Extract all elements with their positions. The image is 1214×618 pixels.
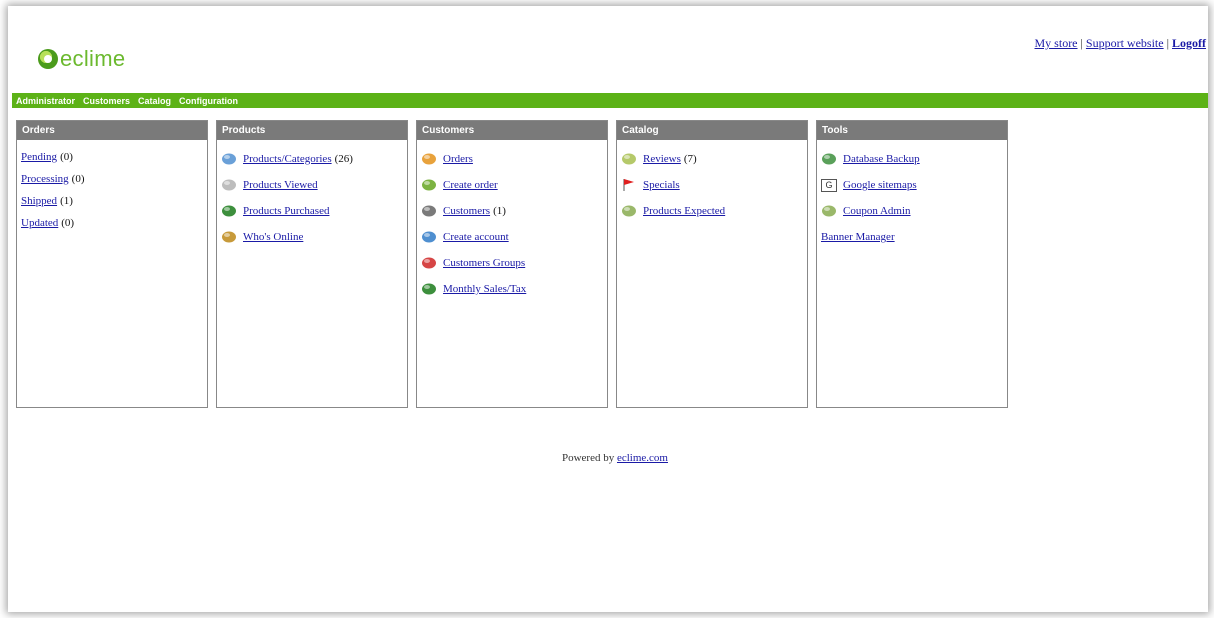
list-item: Shipped (1) — [21, 190, 203, 212]
list-item: Customers (1) — [421, 198, 603, 224]
groups-icon — [421, 256, 437, 270]
list-item: Monthly Sales/Tax — [421, 276, 603, 302]
nav-configuration[interactable]: Configuration — [179, 96, 238, 106]
list-item: Updated (0) — [21, 212, 203, 234]
panel-link[interactable]: Products Expected — [643, 205, 725, 217]
customers-list: Orders Create order Customers (1) Create acc… — [417, 140, 607, 308]
panel-link[interactable]: Coupon Admin — [843, 205, 911, 217]
orders-pending-link[interactable]: Pending — [21, 151, 57, 163]
list-item: Reviews (7) — [621, 146, 803, 172]
eye-icon — [221, 178, 237, 192]
tools-panel-title: Tools — [817, 121, 1007, 140]
list-item: Pending (0) — [21, 146, 203, 168]
orders-processing-link[interactable]: Processing — [21, 173, 69, 185]
list-item: Products/Categories (26) — [221, 146, 403, 172]
footer-eclime-link[interactable]: eclime.com — [617, 452, 668, 464]
list-item: Orders — [421, 146, 603, 172]
panel-link[interactable]: Create order — [443, 179, 498, 191]
panel-link[interactable]: Database Backup — [843, 153, 920, 165]
customers-icon — [421, 204, 437, 218]
count-badge: (0) — [71, 173, 85, 185]
catalog-panel: Catalog Reviews (7) Specials Products Expec… — [616, 120, 808, 408]
products-panel: Products Products/Categories (26) Products… — [216, 120, 408, 408]
tag-icon — [221, 152, 237, 166]
footer: Powered by eclime.com — [8, 452, 1214, 464]
count-badge: (1) — [60, 195, 73, 207]
list-item: G Google sitemaps — [821, 172, 1003, 198]
nav-administrator[interactable]: Administrator — [16, 96, 75, 106]
panel-link[interactable]: Products Viewed — [243, 179, 318, 191]
my-store-link[interactable]: My store — [1035, 36, 1078, 50]
customers-panel: Customers Orders Create order Customers (1)… — [416, 120, 608, 408]
panel-link[interactable]: Create account — [443, 231, 509, 243]
orders-panel-title: Orders — [17, 121, 207, 140]
list-item: Who's Online — [221, 224, 403, 250]
list-item: Customers Groups — [421, 250, 603, 276]
cart-icon — [221, 204, 237, 218]
logo[interactable]: eclime — [38, 46, 125, 72]
orders-shipped-link[interactable]: Shipped — [21, 195, 57, 207]
panel-link[interactable]: Products/Categories — [243, 153, 332, 165]
catalog-panel-title: Catalog — [617, 121, 807, 140]
flag-icon — [621, 178, 637, 192]
coupon-icon — [821, 204, 837, 218]
products-panel-title: Products — [217, 121, 407, 140]
sales-icon — [421, 282, 437, 296]
list-item: Create order — [421, 172, 603, 198]
products-list: Products/Categories (26) Products Viewed Pr… — [217, 140, 407, 256]
main-nav: Administrator Customers Catalog Configur… — [12, 93, 1208, 108]
expected-icon — [621, 204, 637, 218]
customers-panel-title: Customers — [417, 121, 607, 140]
top-links: My store | Support website | Logoff — [1035, 36, 1206, 51]
panel-link[interactable]: Customers — [443, 205, 490, 217]
count-badge: (0) — [60, 151, 73, 163]
tools-list: Database Backup G Google sitemaps Coupon Ad… — [817, 140, 1007, 256]
create-account-icon — [421, 230, 437, 244]
panel-link[interactable]: Orders — [443, 153, 473, 165]
footer-prefix: Powered by — [561, 452, 617, 464]
nav-catalog[interactable]: Catalog — [138, 96, 171, 106]
support-website-link[interactable]: Support website — [1086, 36, 1164, 50]
list-item: Products Expected — [621, 198, 803, 224]
count-badge: (0) — [61, 217, 75, 229]
list-item: Database Backup — [821, 146, 1003, 172]
list-item: Coupon Admin — [821, 198, 1003, 224]
user-icon — [221, 230, 237, 244]
panel-link[interactable]: Reviews — [643, 153, 681, 165]
list-item: Products Purchased — [221, 198, 403, 224]
list-item: Processing (0) — [21, 168, 203, 190]
catalog-list: Reviews (7) Specials Products Expected — [617, 140, 807, 230]
list-item: Products Viewed — [221, 172, 403, 198]
nav-customers[interactable]: Customers — [83, 96, 130, 106]
google-icon: G — [821, 178, 837, 192]
logoff-link[interactable]: Logoff — [1172, 36, 1206, 50]
orders-panel: Orders Pending (0) Processing (0) Shipped(… — [16, 120, 208, 408]
logo-text: eclime — [60, 46, 126, 71]
order-icon — [421, 152, 437, 166]
panel-link[interactable]: Products Purchased — [243, 205, 329, 217]
dashboard-panels: Orders Pending (0) Processing (0) Shipped(… — [16, 120, 1016, 408]
list-item: Specials — [621, 172, 803, 198]
list-item: Banner Manager — [821, 224, 1003, 250]
count-badge: (1) — [493, 205, 506, 217]
panel-link[interactable]: Specials — [643, 179, 680, 191]
panel-link[interactable]: Monthly Sales/Tax — [443, 283, 526, 295]
orders-updated-link[interactable]: Updated — [21, 217, 58, 229]
panel-link[interactable]: Banner Manager — [821, 231, 895, 243]
app-window: eclime My store | Support website | Logo… — [8, 6, 1208, 612]
panel-link[interactable]: Google sitemaps — [843, 179, 917, 191]
create-order-icon — [421, 178, 437, 192]
count-badge: (7) — [683, 153, 697, 165]
separator: | — [1163, 36, 1172, 50]
panel-link[interactable]: Customers Groups — [443, 257, 525, 269]
panel-link[interactable]: Who's Online — [243, 231, 303, 243]
tools-panel: Tools Database Backup G Google sitemaps Cou… — [816, 120, 1008, 408]
separator: | — [1077, 36, 1086, 50]
reviews-icon — [621, 152, 637, 166]
logo-mark-icon — [38, 49, 58, 69]
database-icon — [821, 152, 837, 166]
count-badge: (26) — [334, 153, 353, 165]
list-item: Create account — [421, 224, 603, 250]
